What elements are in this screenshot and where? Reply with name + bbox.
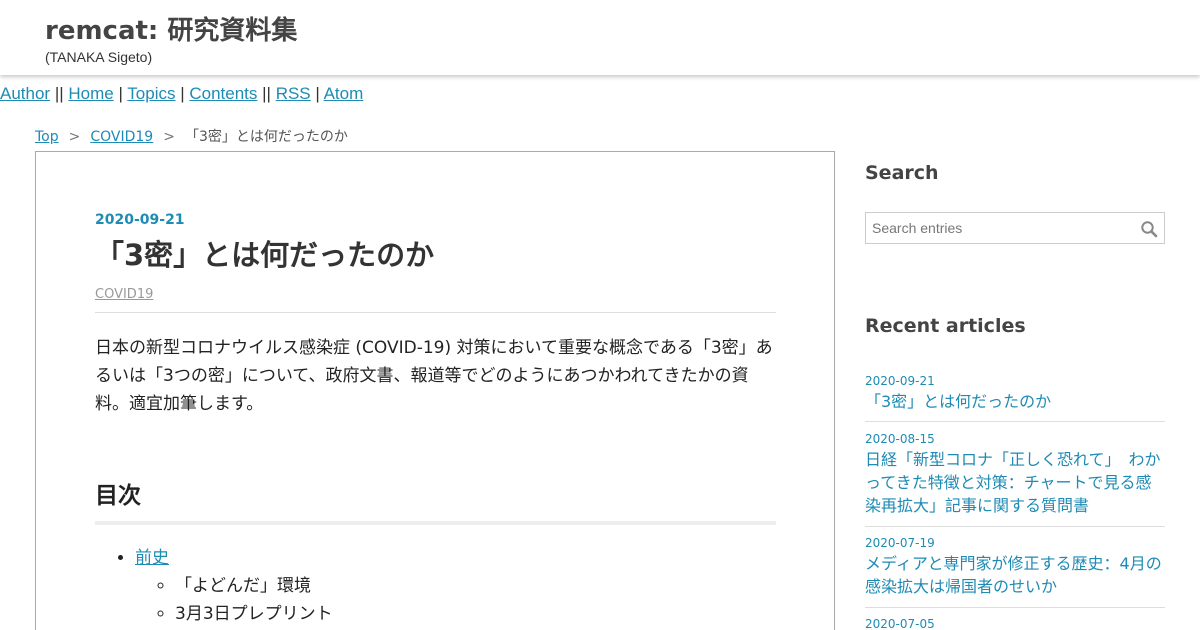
entry-title: 「3密」とは何だったのか (95, 238, 435, 272)
toc-divider (95, 520, 776, 525)
breadcrumb-separator: > (68, 129, 81, 145)
entry-date: 2020-09-21 (95, 212, 185, 228)
recent-article-link[interactable]: 日経「新型コロナ「正しく恐れて」 わかってきた特徴と対策：チャートで見る感染再拡… (865, 448, 1165, 517)
site-subtitle: (TANAKA Sigeto) (45, 49, 153, 65)
search-icon[interactable] (1140, 220, 1158, 238)
recent-article-date: 2020-08-15 (865, 432, 935, 446)
recent-article-date: 2020-09-21 (865, 374, 935, 388)
toc-link-prehistory[interactable]: 前史 (135, 548, 169, 568)
breadcrumb: Top > COVID19 > 「3密」とは何だったのか (35, 126, 348, 146)
recent-article-item: 2020-07-05 (865, 617, 1165, 630)
nav-separator: | (113, 84, 128, 103)
nav-link-rss[interactable]: RSS (276, 84, 311, 103)
breadcrumb-top-link[interactable]: Top (35, 129, 59, 145)
entry-intro: 日本の新型コロナウイルス感染症 (COVID-19) 対策において重要な概念であ… (95, 337, 773, 414)
toc-sublist: 「よどんだ」環境 3月3日プレプリント (135, 572, 776, 628)
nav-link-author[interactable]: Author (0, 84, 50, 103)
recent-article-divider (865, 421, 1165, 422)
recent-article-date: 2020-07-19 (865, 536, 935, 550)
nav-link-atom[interactable]: Atom (324, 84, 364, 103)
entry-category-link[interactable]: COVID19 (95, 287, 153, 302)
nav-link-home[interactable]: Home (68, 84, 113, 103)
breadcrumb-category-link[interactable]: COVID19 (90, 129, 153, 145)
nav-link-topics[interactable]: Topics (127, 84, 175, 103)
recent-article-divider (865, 526, 1165, 527)
site-header: remcat: 研究資料集 (TANAKA Sigeto) (0, 0, 1200, 75)
search-input[interactable] (866, 213, 1136, 243)
entry-divider (95, 311, 776, 313)
site-title[interactable]: remcat: 研究資料集 (45, 10, 297, 47)
breadcrumb-separator: > (163, 129, 175, 145)
entry: 2020-09-21 「3密」とは何だったのか COVID19 日本の新型コロナ… (95, 212, 776, 628)
toc-heading: 目次 (95, 482, 141, 509)
nav-separator: | (310, 84, 324, 103)
main-content: 2020-09-21 「3密」とは何だったのか COVID19 日本の新型コロナ… (35, 151, 835, 630)
breadcrumb-current: 「3密」とは何だったのか (184, 129, 348, 145)
recent-article-date: 2020-07-05 (865, 617, 935, 630)
table-of-contents: 前史 「よどんだ」環境 3月3日プレプリント (95, 544, 776, 628)
recent-article-link[interactable]: メディアと専門家が修正する歴史：4月の感染拡大は帰国者のせいか (865, 552, 1165, 598)
nav-link-contents[interactable]: Contents (189, 84, 257, 103)
toc-item: 前史 「よどんだ」環境 3月3日プレプリント (135, 544, 776, 628)
nav-separator: || (257, 84, 276, 103)
nav-separator: || (50, 84, 69, 103)
search-heading: Search (865, 162, 939, 184)
recent-articles-heading: Recent articles (865, 315, 1026, 337)
recent-article-divider (865, 607, 1165, 608)
toc-subitem: 3月3日プレプリント (175, 600, 776, 628)
toc-subitem: 「よどんだ」環境 (175, 572, 776, 600)
search-form (865, 212, 1165, 244)
recent-article-link[interactable]: 「3密」とは何だったのか (865, 390, 1165, 413)
recent-article-item: 2020-07-19 メディアと専門家が修正する歴史：4月の感染拡大は帰国者のせ… (865, 536, 1165, 598)
recent-article-item: 2020-08-15 日経「新型コロナ「正しく恐れて」 わかってきた特徴と対策：… (865, 432, 1165, 517)
top-nav: Author || Home | Topics | Contents || RS… (0, 84, 363, 104)
recent-article-item: 2020-09-21 「3密」とは何だったのか (865, 374, 1165, 413)
nav-separator: | (175, 84, 190, 103)
